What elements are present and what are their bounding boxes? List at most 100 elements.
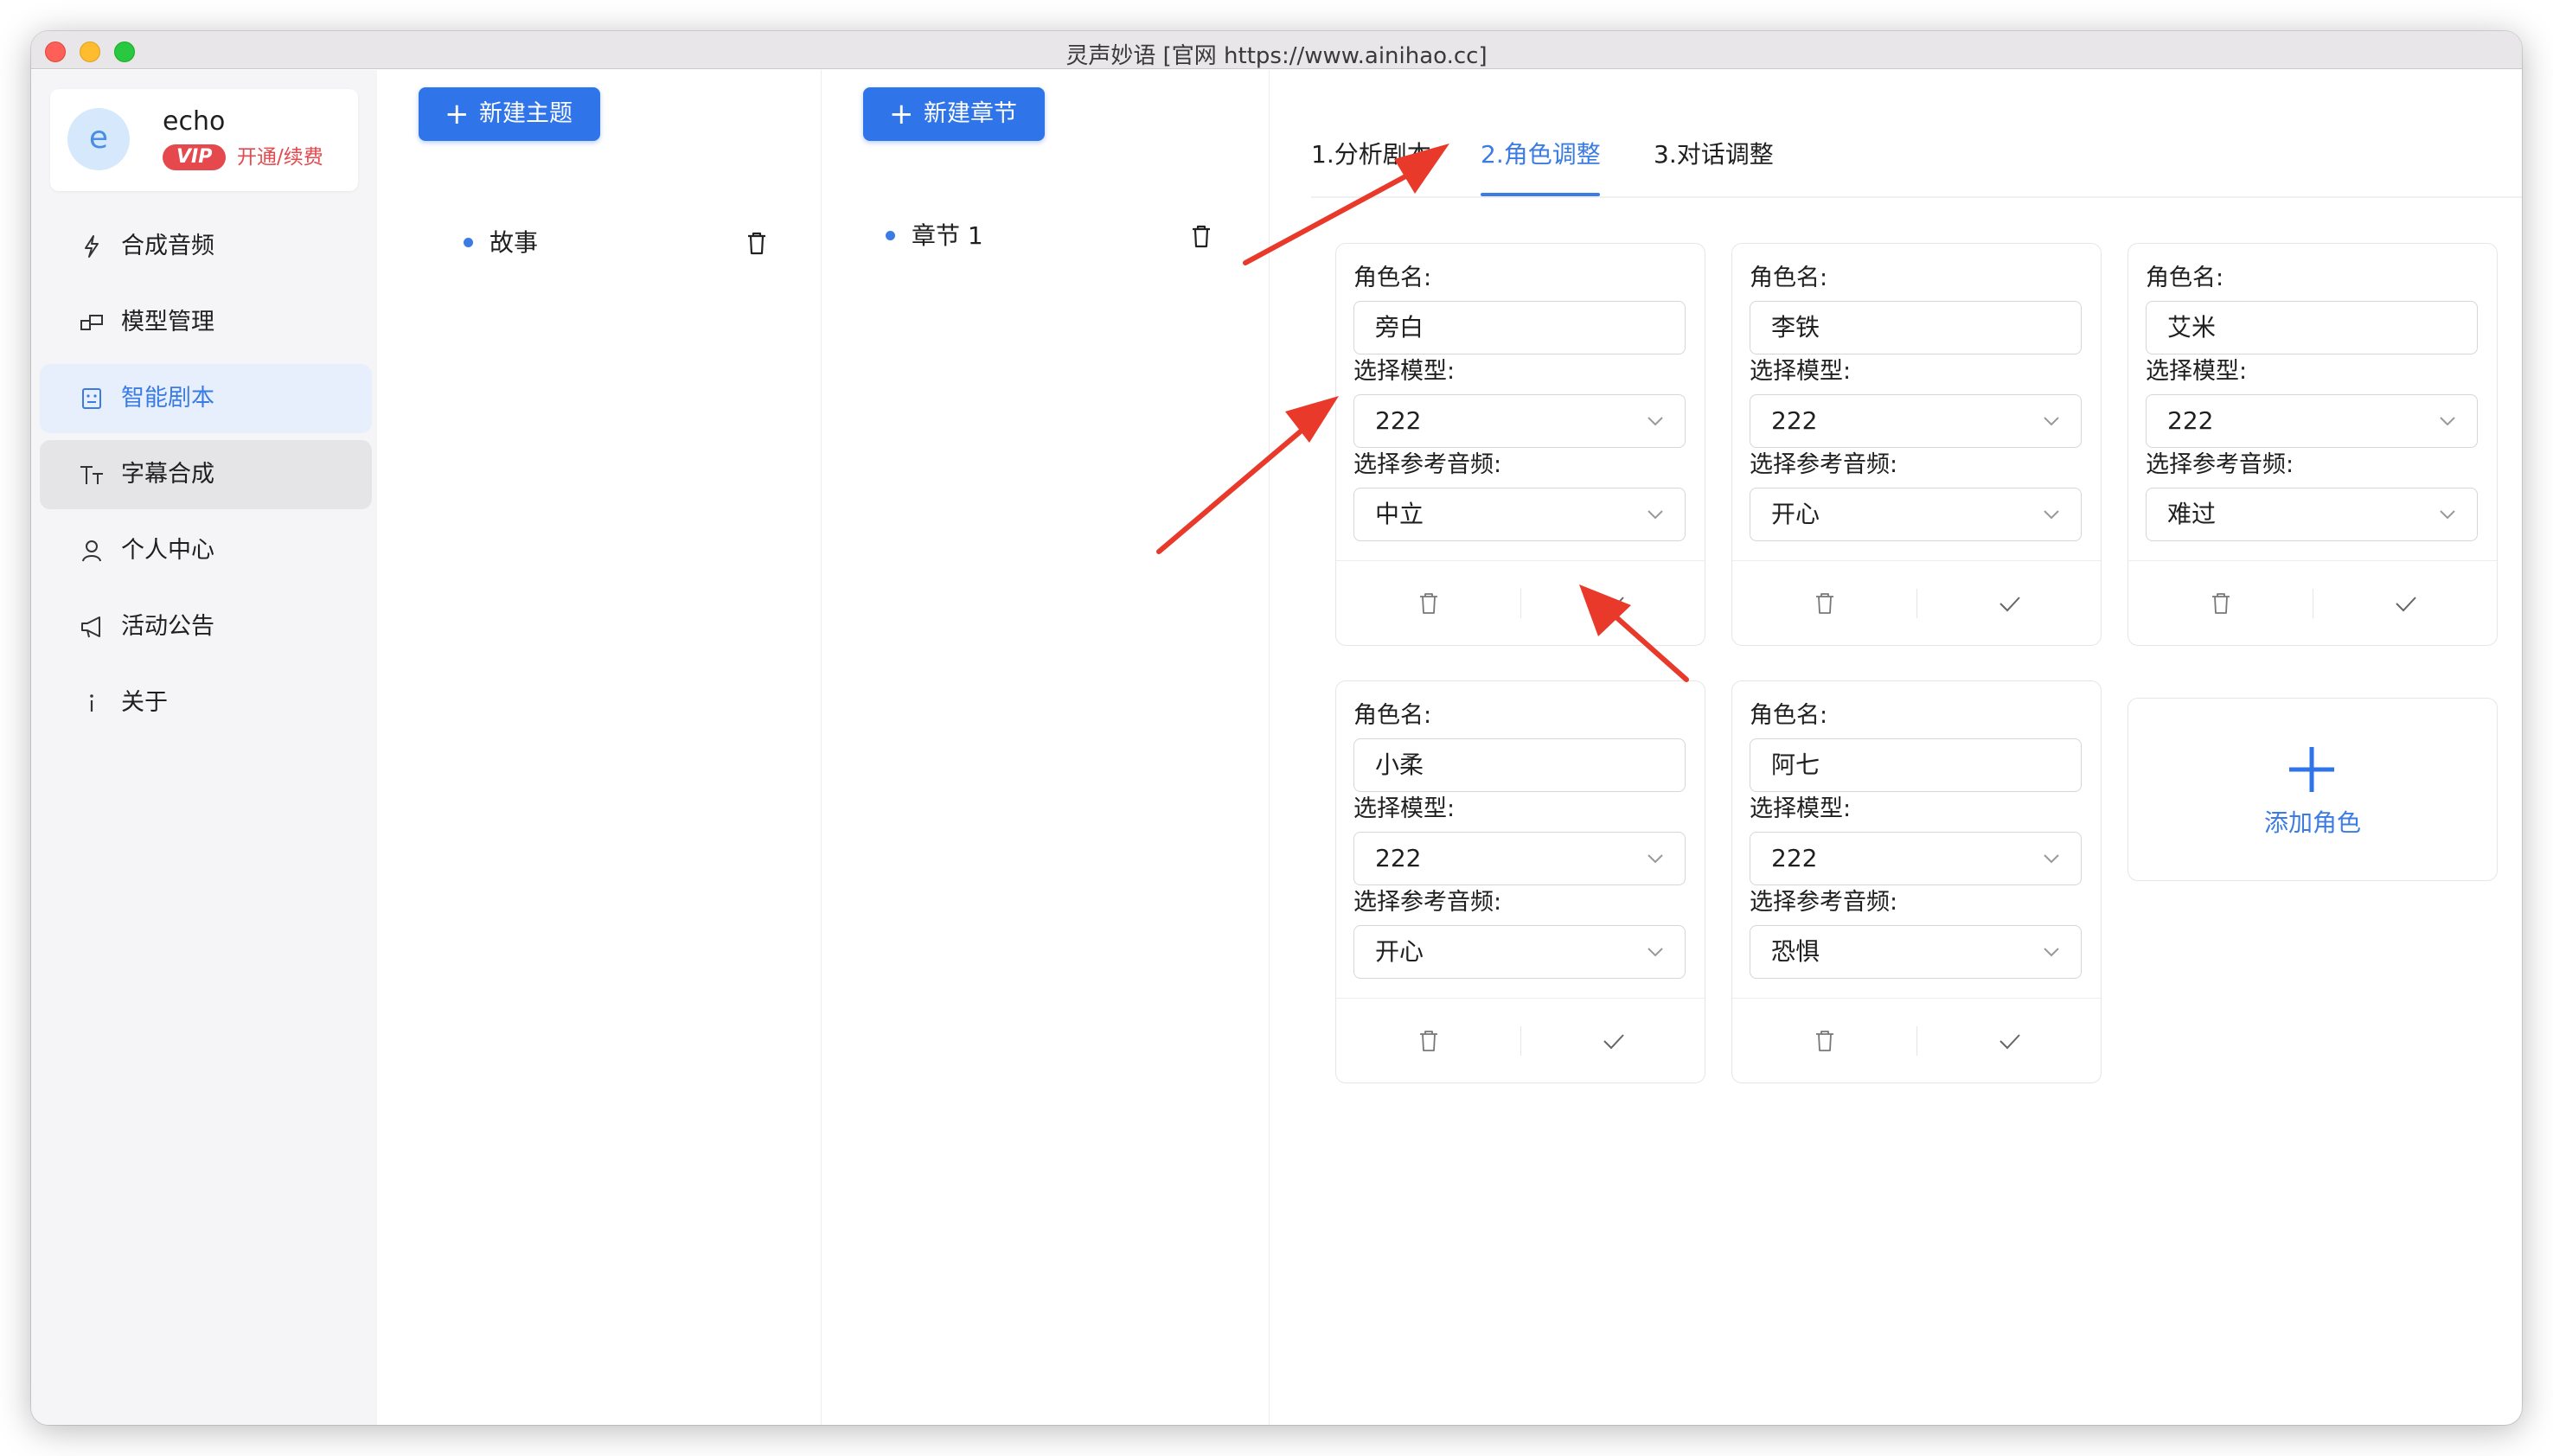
sidebar: e echo VIP 开通/续费 合成音频 模型管理 智能剧本 字幕合成 个人中… [31, 70, 377, 1425]
plus-icon: + [889, 97, 914, 131]
model-select[interactable]: 222 [1750, 394, 2082, 448]
trash-icon[interactable] [744, 229, 770, 257]
role-card: 角色名: 小柔 选择模型: 222 选择参考音频: 开心 [1335, 680, 1705, 1083]
role-name-input[interactable]: 艾米 [2146, 301, 2478, 354]
card-actions [1336, 998, 1705, 1082]
script-icon [78, 385, 106, 412]
confirm-role-button[interactable] [2313, 561, 2498, 646]
check-icon [2396, 597, 2416, 612]
ref-audio-select[interactable]: 开心 [1750, 488, 2082, 541]
ref-audio-select[interactable]: 难过 [2146, 488, 2478, 541]
sidebar-item-label: 活动公告 [121, 613, 214, 640]
sidebar-item-smart-script[interactable]: 智能剧本 [40, 364, 372, 433]
ref-audio-label: 选择参考音频: [1750, 451, 1898, 478]
role-card: 角色名: 旁白 选择模型: 222 选择参考音频: 中立 [1335, 243, 1705, 646]
tab-dialogue-adjustment[interactable]: 3.对话调整 [1654, 139, 1774, 170]
confirm-role-button[interactable] [1917, 999, 2102, 1083]
role-name-label: 角色名: [1353, 702, 1432, 729]
ref-audio-select-value: 开心 [1771, 500, 1820, 528]
delete-role-button[interactable] [1336, 561, 1520, 646]
sidebar-item-label: 模型管理 [121, 309, 214, 335]
tab-analyze-script[interactable]: 1.分析剧本 [1311, 139, 1431, 170]
new-topic-button[interactable]: + 新建主题 [419, 87, 600, 141]
model-select[interactable]: 222 [1353, 394, 1686, 448]
confirm-role-button[interactable] [1521, 999, 1705, 1083]
add-role-card[interactable]: 添加角色 [2128, 698, 2498, 881]
model-label: 选择模型: [1750, 795, 1852, 822]
role-name-input[interactable]: 李铁 [1750, 301, 2082, 354]
bullet-dot-icon [464, 238, 473, 247]
model-select-value: 222 [1375, 406, 1422, 435]
chapter-item[interactable]: 章节 1 [886, 215, 1232, 257]
ref-audio-label: 选择参考音频: [1750, 889, 1898, 916]
window-title: 灵声妙语 [官网 https://www.ainihao.cc] [1065, 43, 1488, 69]
trash-icon [1420, 593, 1437, 614]
chevron-down-icon [1648, 510, 1663, 520]
ref-audio-select[interactable]: 恐惧 [1750, 925, 2082, 979]
model-select-value: 222 [1771, 406, 1818, 435]
ref-audio-select-value: 恐惧 [1771, 937, 1820, 966]
model-select[interactable]: 222 [1750, 832, 2082, 885]
ref-audio-select[interactable]: 开心 [1353, 925, 1686, 979]
main-panel: 1.分析剧本 2.角色调整 3.对话调整 角色名: 旁白 选择模型: 222 选… [1270, 70, 2522, 1425]
tab-bar: 1.分析剧本 2.角色调整 3.对话调整 [1311, 70, 2522, 198]
active-tab-indicator [1481, 193, 1600, 196]
delete-role-button[interactable] [1336, 999, 1520, 1083]
model-label: 选择模型: [2146, 358, 2248, 385]
card-actions [1732, 560, 2101, 645]
sidebar-item-announcements[interactable]: 活动公告 [40, 592, 372, 661]
sidebar-item-about[interactable]: 关于 [40, 668, 372, 738]
vip-renew-link[interactable]: 开通/续费 [237, 144, 323, 170]
sidebar-item-label: 关于 [121, 689, 168, 716]
role-card: 角色名: 艾米 选择模型: 222 选择参考音频: 难过 [2128, 243, 2498, 646]
role-name-label: 角色名: [1750, 702, 1828, 729]
sidebar-item-synthesize-audio[interactable]: 合成音频 [40, 212, 372, 281]
plus-icon: + [445, 97, 470, 131]
username: echo [163, 106, 226, 137]
card-actions [1732, 998, 2101, 1082]
sidebar-item-label: 字幕合成 [121, 461, 214, 488]
model-select-value: 222 [2167, 406, 2214, 435]
ref-audio-label: 选择参考音频: [1353, 889, 1502, 916]
trash-icon [1420, 1031, 1437, 1051]
trash-icon[interactable] [1188, 222, 1214, 250]
user-icon [78, 537, 106, 565]
chevron-down-icon [2440, 510, 2455, 520]
ref-audio-select-value: 中立 [1375, 500, 1424, 528]
confirm-role-button[interactable] [1917, 561, 2102, 646]
role-name-label: 角色名: [2146, 265, 2224, 291]
confirm-role-button[interactable] [1521, 561, 1705, 646]
check-icon [2000, 1034, 2020, 1050]
add-role-label: 添加角色 [2263, 808, 2361, 837]
delete-role-button[interactable] [2128, 561, 2313, 646]
avatar[interactable]: e [67, 108, 130, 170]
user-card[interactable]: e echo VIP 开通/续费 [50, 89, 358, 191]
sidebar-item-personal-center[interactable]: 个人中心 [40, 516, 372, 585]
plus-icon [2289, 747, 2334, 792]
model-select[interactable]: 222 [2146, 394, 2478, 448]
sidebar-nav: 合成音频 模型管理 智能剧本 字幕合成 个人中心 活动公告 关于 [40, 212, 372, 744]
ref-audio-select-value: 开心 [1375, 937, 1424, 966]
app-window: 灵声妙语 [官网 https://www.ainihao.cc] e echo … [31, 31, 2522, 1425]
delete-role-button[interactable] [1732, 999, 1916, 1083]
ref-audio-select-value: 难过 [2167, 500, 2217, 528]
check-icon [1603, 597, 1624, 612]
check-icon [1603, 1034, 1624, 1050]
sidebar-item-model-management[interactable]: 模型管理 [40, 288, 372, 357]
trash-icon [1816, 1031, 1833, 1051]
delete-role-button[interactable] [1732, 561, 1916, 646]
sidebar-item-subtitle-synthesis[interactable]: 字幕合成 [40, 440, 372, 509]
chapter-item-label: 章节 1 [912, 221, 983, 250]
role-card: 角色名: 阿七 选择模型: 222 选择参考音频: 恐惧 [1731, 680, 2102, 1083]
new-chapter-button[interactable]: + 新建章节 [863, 87, 1045, 141]
ref-audio-select[interactable]: 中立 [1353, 488, 1686, 541]
tab-role-adjustment[interactable]: 2.角色调整 [1481, 139, 1601, 170]
role-name-input[interactable]: 旁白 [1353, 301, 1686, 354]
role-name-input[interactable]: 阿七 [1750, 738, 2082, 792]
role-name-input[interactable]: 小柔 [1353, 738, 1686, 792]
topic-item[interactable]: 故事 [464, 222, 792, 264]
model-select[interactable]: 222 [1353, 832, 1686, 885]
topic-item-label: 故事 [489, 228, 539, 257]
trash-icon [2212, 593, 2230, 614]
sidebar-item-label: 个人中心 [121, 537, 214, 564]
